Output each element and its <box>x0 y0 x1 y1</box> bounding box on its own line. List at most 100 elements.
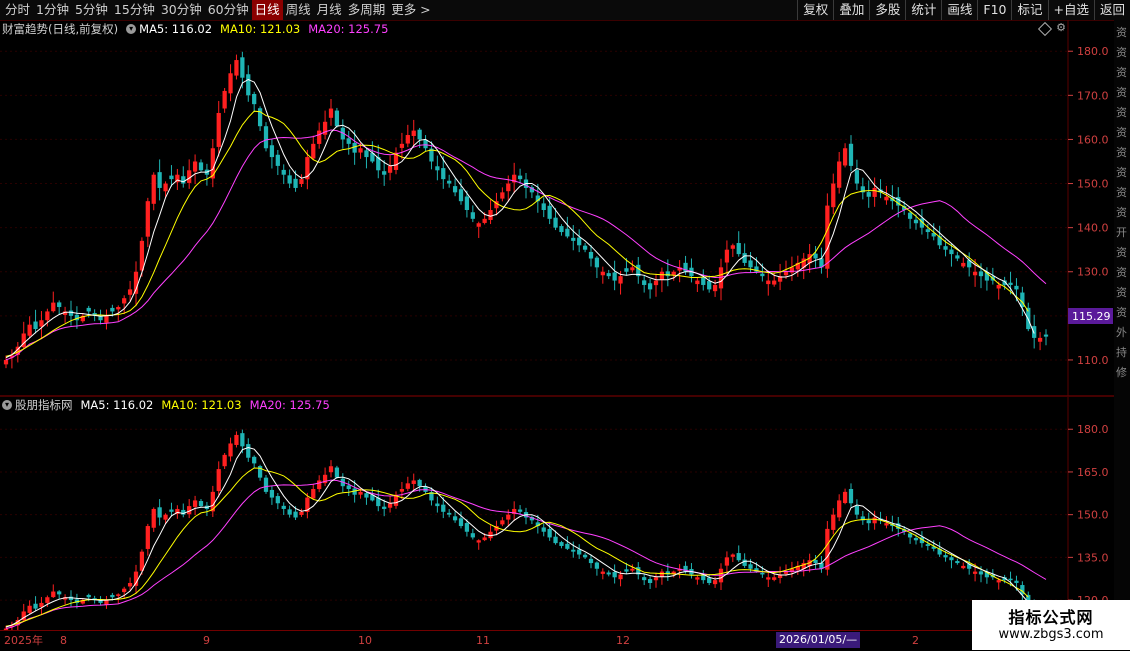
side-panel-glyph: 外 <box>1116 326 1127 339</box>
main-ma20-label: MA20: 125.75 <box>308 22 389 36</box>
main-candle-body <box>275 154 280 166</box>
indicator-candle-body <box>104 600 109 605</box>
main-candle-body <box>582 245 588 250</box>
indicator-candle-body <box>624 569 629 572</box>
indicator-candle-body <box>925 544 930 546</box>
f10-button[interactable]: F10 <box>977 0 1011 20</box>
main-candle-body <box>417 129 422 140</box>
tab-30min[interactable]: 30分钟 <box>158 0 205 20</box>
indicator-candle-body <box>506 514 511 520</box>
main-candle-body <box>104 315 109 323</box>
current-price-tag: 115.29 <box>1072 310 1111 323</box>
chevron-down-icon[interactable]: ▾ <box>126 24 137 34</box>
indicator-candle-body <box>216 469 221 492</box>
date-label-aug: 8 <box>60 634 67 647</box>
main-candle-body <box>3 359 9 365</box>
tab-fenshi[interactable]: 分时 <box>2 0 33 20</box>
statistics-button[interactable]: 统计 <box>905 0 941 20</box>
indicator-candle-body <box>582 554 588 558</box>
main-candle-body <box>358 148 363 153</box>
main-candle-body <box>848 143 854 166</box>
main-candle-body <box>553 217 558 228</box>
indicator-candle-body <box>559 542 564 546</box>
indicator-candle-body <box>281 505 286 509</box>
main-candle-body <box>559 226 564 233</box>
main-candle-body <box>435 166 440 171</box>
tab-multi-period[interactable]: 多周期 <box>345 0 389 20</box>
indicator-ma20-line <box>5 479 1047 629</box>
main-ma10-label: MA10: 121.03 <box>220 22 301 36</box>
main-tick-label: 160.0 <box>1077 133 1109 146</box>
main-candle-body <box>405 135 410 144</box>
main-candle-body <box>701 277 706 285</box>
main-candle-body <box>482 218 487 223</box>
restore-rights-button[interactable]: 复权 <box>797 0 833 20</box>
tab-daily[interactable]: 日线 <box>251 0 283 20</box>
side-panel-glyph: 开 <box>1116 226 1127 239</box>
main-candle-body <box>972 271 978 276</box>
indicator-candle-body <box>606 572 611 575</box>
add-watchlist-button[interactable]: +自选 <box>1047 0 1094 20</box>
main-candle-body <box>299 179 304 184</box>
indicator-candle-body <box>943 555 948 558</box>
main-candle-body <box>192 161 198 172</box>
main-tick-label: 130.0 <box>1077 266 1109 279</box>
tab-weekly[interactable]: 周线 <box>283 0 314 20</box>
indicator-candle-body <box>151 508 156 528</box>
indicator-candle-body <box>198 501 204 507</box>
overlay-button[interactable]: 叠加 <box>833 0 869 20</box>
indicator-candle-body <box>464 523 470 532</box>
main-candle-body <box>116 307 121 310</box>
indicator-candle-body <box>417 479 422 487</box>
main-candle-body <box>500 192 505 199</box>
indicator-candle-body <box>116 594 121 596</box>
back-button[interactable]: 返回 <box>1093 0 1130 20</box>
chevron-down-icon[interactable]: ▾ <box>2 400 12 410</box>
indicator-candle-body <box>299 511 304 515</box>
indicator-candle-body <box>872 517 877 524</box>
main-candle-body <box>996 284 1001 289</box>
main-tick-label: 110.0 <box>1077 354 1109 367</box>
indicator-candle-body <box>382 506 387 509</box>
top-toolbar: 分时 1分钟 5分钟 15分钟 30分钟 60分钟 日线 周线 月线 多周期 更… <box>0 0 1130 21</box>
main-candle-body <box>470 212 475 219</box>
tab-more[interactable]: 更多 > <box>388 0 433 20</box>
indicator-candle-body <box>163 514 168 520</box>
main-candle-body <box>464 196 470 210</box>
indicator-candle-body <box>145 526 150 549</box>
main-candle-body <box>571 237 576 241</box>
indicator-candle-body <box>334 467 340 478</box>
tab-5min[interactable]: 5分钟 <box>72 0 111 20</box>
indicator-candle-body <box>884 523 889 526</box>
indicator-candle-body <box>854 505 860 515</box>
main-candle-body <box>216 112 221 147</box>
indicator-candle-body <box>612 572 617 578</box>
main-candle-body <box>228 73 233 94</box>
main-candle-body <box>1008 282 1013 285</box>
main-candle-body <box>246 74 251 96</box>
main-candle-body <box>647 283 653 290</box>
right-side-panel[interactable]: 资资资资资资资资资资开资资资资外持修 <box>1114 20 1130 630</box>
mark-button[interactable]: 标记 <box>1011 0 1047 20</box>
indicator-candle-body <box>435 503 440 507</box>
draw-line-button[interactable]: 画线 <box>941 0 977 20</box>
main-candle-body <box>127 289 133 295</box>
multi-stock-button[interactable]: 多股 <box>869 0 905 20</box>
main-tick-label: 180.0 <box>1077 45 1109 58</box>
main-candle-body <box>458 189 464 202</box>
gear-icon[interactable]: ⚙ <box>1055 21 1067 35</box>
indicator-candle-body <box>110 594 115 598</box>
indicator-candle-body <box>571 549 576 552</box>
main-panel-title: 财富趋势(日线,前复权) <box>2 22 119 36</box>
tab-monthly[interactable]: 月线 <box>314 0 345 20</box>
date-label-nov: 11 <box>476 634 490 647</box>
tab-60min[interactable]: 60分钟 <box>205 0 252 20</box>
indicator-candle-body <box>813 559 818 564</box>
kline-chart[interactable]: 180.0170.0160.0150.0140.0130.0120.0110.0… <box>0 20 1114 630</box>
tab-1min[interactable]: 1分钟 <box>33 0 72 20</box>
indicator-candle-body <box>949 557 954 561</box>
tab-15min[interactable]: 15分钟 <box>111 0 158 20</box>
main-candle-body <box>27 324 32 336</box>
indicator-candle-body <box>98 600 103 603</box>
main-candle-body <box>68 310 74 316</box>
